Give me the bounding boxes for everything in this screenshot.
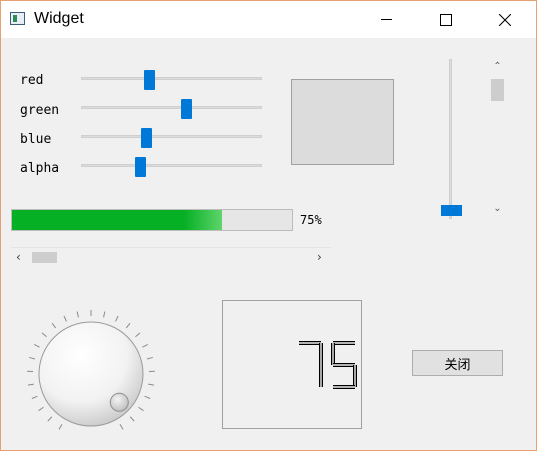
slider-handle[interactable]: [135, 157, 147, 177]
green-slider[interactable]: [81, 99, 262, 119]
slider-groove: [449, 59, 452, 219]
blue-slider[interactable]: [81, 128, 262, 148]
dial-tick: [31, 395, 38, 399]
dial-tick: [38, 406, 44, 412]
dial-tick: [41, 332, 47, 338]
minimize-button[interactable]: [363, 1, 409, 38]
scrollbar-thumb[interactable]: [491, 79, 504, 101]
dial-tick: [76, 311, 79, 318]
slider-handle[interactable]: [143, 70, 155, 90]
progress-text: 75%: [300, 213, 322, 227]
maximize-icon: [440, 13, 452, 26]
close-button[interactable]: 关闭: [412, 350, 503, 376]
close-window-button[interactable]: [482, 1, 528, 38]
window-title: Widget: [34, 10, 84, 27]
dial-tick: [119, 423, 124, 430]
close-icon: [499, 13, 511, 26]
slider-groove: [81, 135, 262, 138]
dial-knob[interactable]: [38, 321, 144, 427]
lcd-digit: [299, 341, 323, 387]
title-bar[interactable]: Widget: [1, 1, 536, 38]
dial-tick: [29, 356, 36, 360]
dial-tick: [135, 332, 141, 338]
minimize-icon: [380, 19, 392, 20]
lcd-digit: [331, 341, 357, 389]
progress-bar: [11, 209, 293, 231]
slider-groove: [81, 164, 262, 167]
slider-handle[interactable]: [181, 99, 193, 119]
dial-tick: [146, 356, 153, 360]
vertical-slider[interactable]: [441, 59, 462, 219]
maximize-button[interactable]: [423, 1, 469, 38]
dial-tick: [34, 344, 40, 348]
main-window: Widget red green blue alpha ⌃ ⌄ 75% ‹ › …: [0, 0, 537, 451]
red-slider[interactable]: [81, 70, 262, 90]
horizontal-scrollbar[interactable]: ‹ ›: [11, 247, 331, 265]
dial-tick: [115, 315, 119, 322]
dial-tick: [27, 383, 34, 386]
dial-tick: [63, 315, 67, 322]
dial-tick: [142, 344, 148, 348]
slider-handle[interactable]: [140, 128, 152, 148]
dial[interactable]: [21, 304, 161, 444]
progress-fill: [12, 210, 222, 230]
slider-groove: [81, 77, 262, 80]
alpha-label: alpha: [20, 161, 60, 176]
color-preview: [291, 79, 394, 165]
dial-tick: [103, 311, 106, 318]
dial-tick: [47, 416, 53, 422]
scroll-left-icon[interactable]: ‹: [16, 250, 21, 264]
dial-tick: [138, 406, 144, 412]
dial-tick: [125, 322, 131, 329]
slider-handle[interactable]: [441, 205, 462, 217]
app-icon: [10, 12, 25, 25]
dial-tick: [51, 322, 57, 329]
slider-groove: [81, 106, 262, 109]
scroll-up-icon[interactable]: ⌃: [489, 61, 506, 72]
dial-tick: [129, 416, 135, 422]
lcd-digits: [299, 341, 357, 389]
dial-tick: [148, 383, 155, 386]
blue-label: blue: [20, 132, 52, 147]
dial-indicator: [109, 392, 129, 412]
lcd-number-display: [222, 300, 362, 429]
red-label: red: [20, 73, 44, 88]
dial-tick: [144, 395, 151, 399]
dial-tick: [58, 423, 63, 430]
scroll-down-icon[interactable]: ⌄: [489, 203, 506, 214]
alpha-slider[interactable]: [81, 157, 262, 177]
vertical-scrollbar[interactable]: ⌃ ⌄: [489, 59, 506, 217]
scroll-right-icon[interactable]: ›: [317, 250, 322, 264]
green-label: green: [20, 103, 60, 118]
scrollbar-thumb[interactable]: [32, 252, 57, 263]
